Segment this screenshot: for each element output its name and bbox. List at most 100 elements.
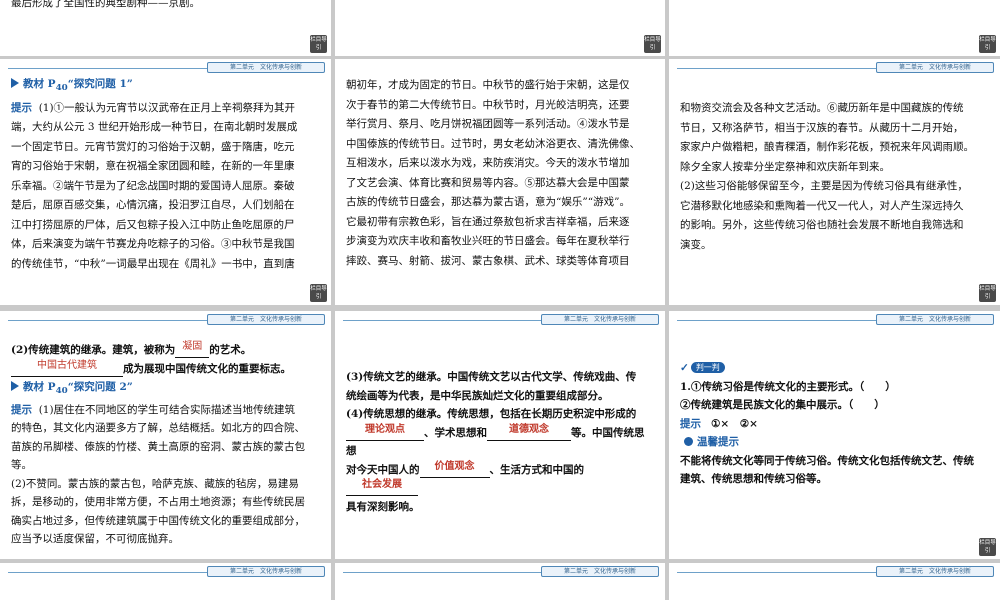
text-line: (4)传统思想的继承。传统思想，包括在长期历史积淀中形成的 (346, 408, 637, 420)
nav-guide-button[interactable]: 栏目导引 (979, 284, 996, 302)
text-line: 的影响。另外，这些传统习俗也随社会发展不断地自我筛选和 (680, 219, 964, 231)
unit-tag: 第二单元 文化传承与创新 (876, 62, 994, 73)
unit-header: 第二单元 文化传承与创新 (0, 62, 325, 73)
text-line: 苗族的吊脚楼、傣族的竹楼、黄土高原的窑洞、蒙古族的蒙古包 (11, 440, 305, 453)
nav-guide-label: 栏目导引 (310, 286, 327, 300)
slide-r0-c1: 栏目导引 (335, 0, 665, 56)
nav-guide-button[interactable]: 栏目导引 (310, 35, 327, 53)
slide-body: 朝初年，才成为固定的节日。中秋节的盛行始于宋朝，这是仅 次于春节的第二大传统节日… (346, 76, 645, 271)
text-line: 端，大约从公元 3 世纪开始形成一种节日，在南北朝时发展成 (11, 121, 298, 134)
slide-r1-c1: 朝初年，才成为固定的节日。中秋节的盛行始于宋朝，这是仅 次于春节的第二大传统节日… (335, 59, 665, 305)
text-line: 了文艺会演、体育比赛和贸易等内容。⑤那达慕大会是中国蒙 (346, 176, 630, 189)
text-line: 它最初带有宗教色彩，旨在通过祭敖包祈求吉祥幸福，后来逐 (346, 215, 630, 228)
text-line: 步演变为欢庆丰收和畜牧业兴旺的节日盛会。每年在夏秋举行 (346, 235, 630, 247)
slide-r0-c0: 最后形成了全国性的典型剧种——京剧。 栏目导引 (0, 0, 331, 56)
question-1: 1.①传统习俗是传统文化的主要形式。（ ） (680, 380, 896, 393)
slide-body: (2)传统建筑的继承。建筑，被称为 凝固 的艺术。 中国古代建筑 成为展现中国传统文化… (11, 341, 311, 549)
fill-line-3: 理论观点 、学术思想和 道德观念 等。中国传统思想 (346, 424, 645, 461)
text-line: (2)这些习俗能够保留至今，主要是因为传统习俗具有继承性， (680, 180, 968, 192)
text-line: 朝初年，才成为固定的节日。中秋节的盛行始于宋朝，这是仅 (346, 79, 630, 91)
slide-r1-c0: 第二单元 文化传承与创新 教材 P40“探究问题 1” 提示 (1)①一般认为元… (0, 59, 331, 305)
practice-pill: 判一判 (690, 362, 725, 373)
text-line: 乐幸福。②端午节是为了纪念战国时期的爱国诗人屈原。秦破 (11, 179, 295, 192)
answer-text: 理论观点 (365, 423, 405, 435)
unit-header: 第二单元 文化传承与创新 (669, 62, 994, 73)
section-title: 教材 P40“探究问题 2” (11, 378, 311, 401)
text-line: (2)不赞同。蒙古族的蒙古包，哈萨克族、藏族的毡房，易建易 (11, 477, 299, 490)
para-1: 提示 (1)居住在不同地区的学生可结合实际描述当地传统建筑 (11, 401, 311, 420)
slide-r1-c2: 第二单元 文化传承与创新 和物资交流会及各种文艺活动。⑥藏历新年是中国藏族的传统… (669, 59, 1000, 305)
text-line: 江中打捞屈原的尸体，后又包粽子投入江中防止鱼吃屈原的尸 (11, 218, 295, 231)
fill-line-4: 对今天中国人的 价值观念 、生活方式和中国的社会发展 (346, 461, 645, 498)
leaf-icon: ✓ (680, 362, 689, 374)
text-line: 举行赏月、祭月、吃月饼祝福团圆等一系列活动。④泼水节是 (346, 118, 630, 130)
slide-body: 教材 P40“探究问题 1” 提示 (1)①一般认为元宵节以汉武帝在正月上辛祠祭… (11, 75, 311, 274)
text-line: 拆，是移动的，使用非常方便，不占用土地资源；有些传统民居 (11, 496, 305, 509)
nav-guide-label: 栏目导引 (979, 37, 996, 51)
nav-guide-button[interactable]: 栏目导引 (310, 284, 327, 302)
answer-blank: 理论观点 (346, 423, 424, 441)
slide-r2-c2: 第二单元 文化传承与创新 ✓ 判一判 1.①传统习俗是传统文化的主要形式。（ ） … (669, 311, 1000, 559)
tip-title: 温馨提示 (697, 436, 739, 448)
text-span: 的艺术。 (209, 344, 252, 356)
text-span: 、生活方式和中国的 (489, 463, 585, 476)
unit-header: 第二单元 文化传承与创新 (335, 314, 659, 325)
answer-text: 社会发展 (362, 479, 402, 490)
text-line: 古族的传统节日盛会，那达慕为蒙古语，意为“娱乐”“游戏”。 (346, 196, 630, 208)
title-text-2: “探究问题 1” (67, 78, 133, 90)
hint-label: 提示 (11, 101, 32, 114)
answer-blank: 道德观念 (487, 423, 571, 441)
text-line: 等。 (11, 459, 32, 472)
text-line: 楚后，屈原百感交集，心情沉痛，投汨罗江自尽，人们划船在 (11, 199, 295, 212)
text-line: 除夕全家人按辈分坐定祭神和欢庆新年到来。 (680, 160, 890, 173)
text-line: (1)居住在不同地区的学生可结合实际描述当地传统建筑 (38, 403, 296, 416)
slide-r2-c1: 第二单元 文化传承与创新 (3)传统文艺的继承。中国传统文艺以古代文学、传统戏曲… (335, 311, 665, 559)
slide-r3-c1: 第二单元 文化传承与创新 (335, 563, 665, 600)
unit-header: 第二单元 文化传承与创新 (0, 566, 325, 577)
answer-blank: 凝固 (175, 341, 210, 358)
slide-r3-c0: 第二单元 文化传承与创新 (0, 563, 331, 600)
para-1: 提示 (1)①一般认为元宵节以汉武帝在正月上辛祠祭拜为其开 (11, 99, 311, 119)
slide-body: 最后形成了全国性的典型剧种——京剧。 (11, 0, 311, 14)
title-text: 教材 P (23, 381, 56, 393)
question-2: ②传统建筑是民族文化的集中展示。（ ） (680, 399, 885, 411)
hint-label: 提示 (680, 417, 701, 430)
slide-r0-c2: 栏目导引 (669, 0, 1000, 56)
nav-guide-button[interactable]: 栏目导引 (979, 35, 996, 53)
title-text-2: “探究问题 2” (67, 381, 133, 393)
triangle-icon (11, 78, 19, 88)
text-line: 演变。 (680, 238, 712, 251)
section-title: 教材 P40“探究问题 1” (11, 75, 311, 99)
title-text: 教材 P (23, 78, 56, 90)
unit-header: 第二单元 文化传承与创新 (669, 566, 994, 577)
triangle-icon (11, 381, 19, 391)
unit-tag: 第二单元 文化传承与创新 (541, 314, 659, 325)
answer-blank: 价值观念 (419, 461, 490, 478)
answer-text: 道德观念 (509, 423, 549, 435)
text-line: (1)①一般认为元宵节以汉武帝在正月上辛祠祭拜为其开 (38, 101, 296, 114)
slide-r2-c0: 第二单元 文化传承与创新 (2)传统建筑的继承。建筑，被称为 凝固 的艺术。 中国古… (0, 311, 331, 559)
unit-tag: 第二单元 文化传承与创新 (876, 566, 994, 577)
text-line: 体，后来演变为端午节赛龙舟吃粽子的习俗。③中秋节是我国 (11, 238, 295, 251)
slide-r3-c2: 第二单元 文化传承与创新 (669, 563, 1000, 600)
text-line: 统绘画等为代表，是中华民族灿烂文化的重要组成部分。 (346, 389, 609, 402)
text-line: 具有深刻影响。 (346, 500, 420, 513)
text-line: 一个固定节日。元宵节赏灯的习俗始于汉朝，盛于隋唐，吃元 (11, 140, 295, 153)
nav-guide-label: 栏目导引 (979, 540, 996, 554)
text-line: 中国傣族的传统节日。过节时，男女老幼沐浴更衣、清洗佛像、 (346, 137, 640, 150)
unit-header: 第二单元 文化传承与创新 (669, 314, 994, 325)
slide-body: 和物资交流会及各种文艺活动。⑥藏历新年是中国藏族的传统 节日，又称洛萨节，相当于… (680, 99, 980, 255)
unit-tag: 第二单元 文化传承与创新 (876, 314, 994, 325)
tip-heading: 温馨提示 (680, 433, 980, 452)
title-page: 40 (55, 83, 68, 94)
fill-line-1: (2)传统建筑的继承。建筑，被称为 凝固 的艺术。 (11, 341, 311, 360)
nav-guide-button[interactable]: 栏目导引 (644, 35, 661, 53)
text-span: 成为展现中国传统文化的重要标志。 (123, 362, 291, 375)
text-line: 互相泼水，后来以泼水为戏，来防疾消灾。今天的泼水节增加 (346, 157, 630, 169)
answer-text: 凝固 (182, 341, 203, 352)
answer-blank: 社会发展 (346, 479, 418, 496)
bulb-icon (684, 437, 693, 446)
nav-guide-button[interactable]: 栏目导引 (979, 538, 996, 556)
unit-header: 第二单元 文化传承与创新 (335, 566, 659, 577)
nav-guide-label: 栏目导引 (310, 37, 327, 51)
